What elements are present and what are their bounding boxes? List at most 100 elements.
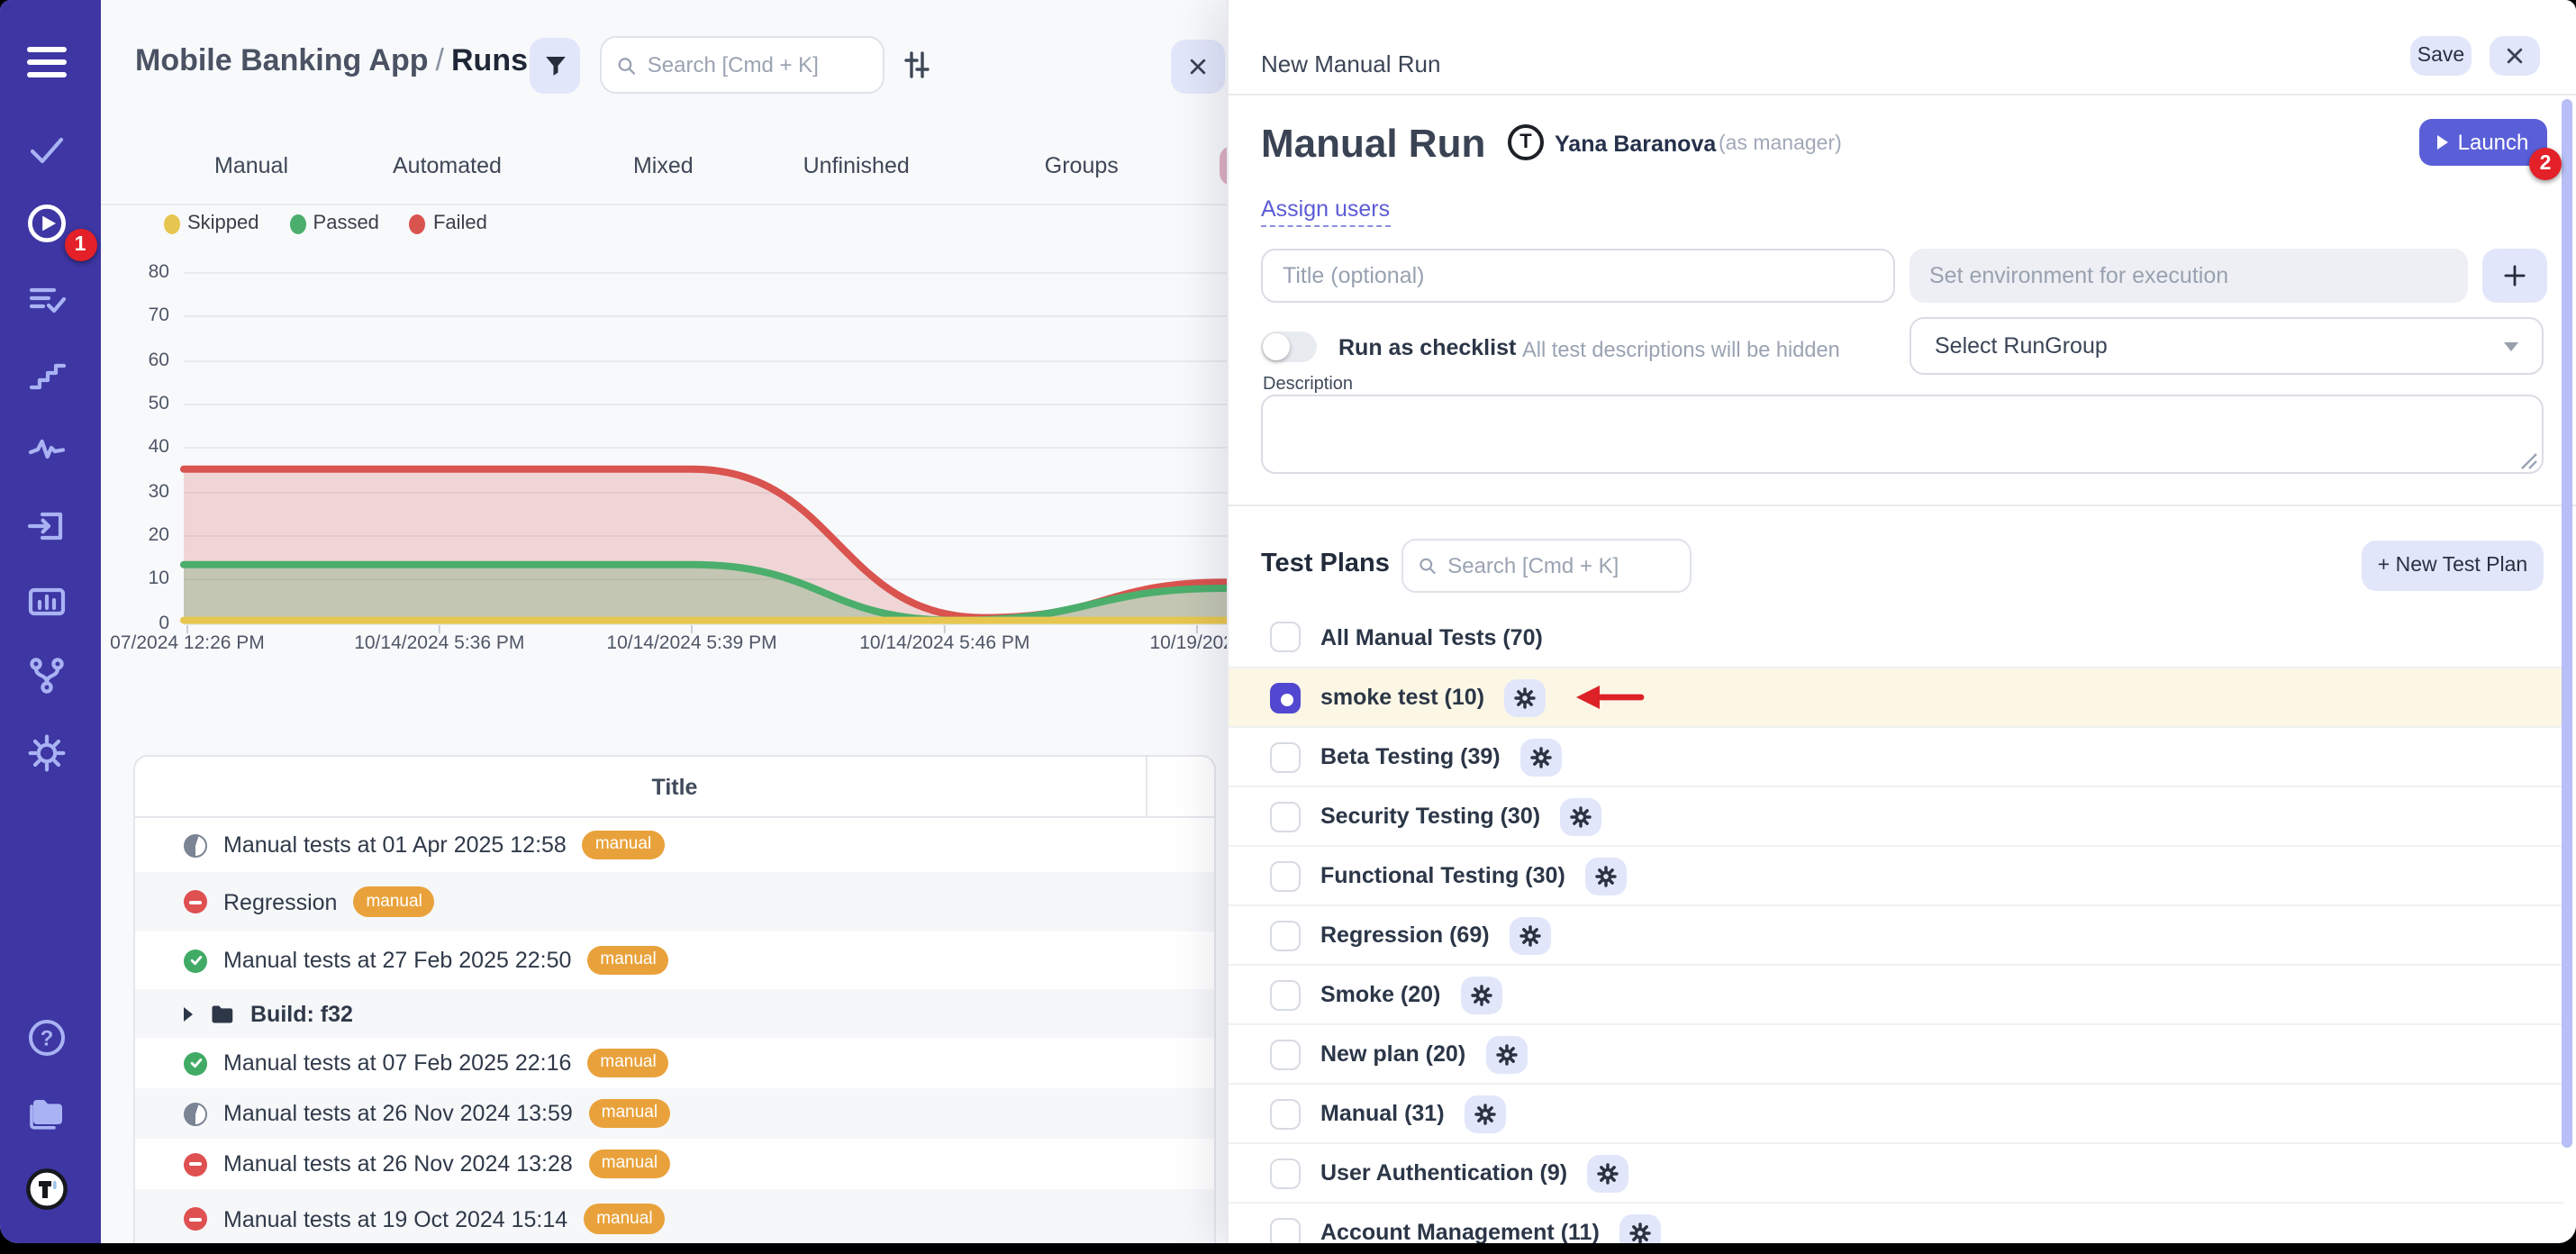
plan-checkbox[interactable] (1270, 801, 1301, 831)
sidebar-item-runs-play[interactable] (23, 200, 70, 247)
plan-checkbox[interactable] (1270, 1039, 1301, 1069)
plan-settings-button[interactable] (1585, 857, 1627, 895)
launch-button[interactable]: Launch (2419, 119, 2547, 166)
new-test-plan-button[interactable]: + New Test Plan (2362, 541, 2544, 591)
modal-scrollbar[interactable] (2562, 99, 2572, 1148)
test-plan-row[interactable]: All Manual Tests (70) (1229, 607, 2563, 667)
sidebar-item-import[interactable] (23, 503, 70, 550)
test-plan-row[interactable]: New plan (20) (1229, 1023, 2563, 1083)
table-row[interactable]: Manual tests at 19 Oct 2024 15:14manual (135, 1189, 1214, 1243)
launch-annotation-badge: 2 (2529, 148, 2562, 180)
x-axis-tick: 10/14/2024 5:46 PM (859, 632, 1029, 654)
test-plans-search-input[interactable] (1447, 553, 1675, 578)
test-plan-row[interactable]: Functional Testing (30) (1229, 845, 2563, 904)
test-plan-row[interactable]: User Authentication (9) (1229, 1142, 2563, 1202)
plan-checkbox[interactable] (1270, 1158, 1301, 1188)
hamburger-bar (27, 47, 67, 53)
sidebar-item-reports[interactable] (23, 578, 70, 625)
run-title-input[interactable] (1261, 249, 1895, 303)
run-as-checklist-toggle[interactable] (1261, 332, 1317, 362)
checklist-hint: All test descriptions will be hidden (1522, 336, 1840, 361)
tab-to-review[interactable]: To Review (1220, 146, 1227, 186)
plan-checkbox[interactable] (1270, 979, 1301, 1010)
test-plan-row[interactable]: Regression (69) (1229, 904, 2563, 964)
assign-users-link[interactable]: Assign users (1261, 196, 1390, 227)
plan-checkbox[interactable] (1270, 1098, 1301, 1129)
tab-groups[interactable]: Groups (1045, 153, 1119, 178)
status-passed-icon (184, 1051, 207, 1075)
plan-checkbox[interactable] (1270, 860, 1301, 891)
table-row[interactable]: Regressionmanual (135, 872, 1214, 931)
table-row[interactable]: Manual tests at 01 Apr 2025 12:58manual (135, 818, 1214, 872)
sidebar-item-logo[interactable] (23, 1166, 70, 1213)
sidebar-item-pulse[interactable] (23, 425, 70, 472)
tab-manual[interactable]: Manual (214, 153, 288, 178)
sidebar-item-help[interactable]: ? (23, 1014, 70, 1061)
filter-button[interactable] (530, 38, 580, 94)
expand-caret-icon[interactable] (184, 1006, 193, 1021)
column-title: Title (652, 774, 698, 799)
plan-checkbox[interactable] (1270, 682, 1301, 713)
menu-icon[interactable] (27, 47, 67, 77)
plan-settings-button[interactable] (1504, 678, 1546, 716)
test-plan-row[interactable]: Account Management (11) (1229, 1202, 2563, 1243)
toggle-knob (1263, 333, 1290, 360)
test-plan-row[interactable]: Manual (31) (1229, 1083, 2563, 1142)
y-axis-tick: 30 (122, 480, 169, 502)
table-row[interactable]: Manual tests at 27 Feb 2025 22:50manual (135, 931, 1214, 989)
environment-input[interactable] (1909, 249, 2468, 303)
svg-text:?: ? (41, 1026, 54, 1050)
plan-checkbox[interactable] (1270, 622, 1301, 652)
close-runs-panel-button[interactable] (1171, 40, 1225, 94)
plan-checkbox[interactable] (1270, 741, 1301, 772)
adjustments-icon[interactable] (901, 49, 933, 81)
plan-settings-button[interactable] (1465, 1095, 1506, 1132)
plan-settings-button[interactable] (1520, 738, 1562, 776)
plan-label: Beta Testing (39) (1320, 744, 1501, 769)
save-button[interactable]: Save (2410, 36, 2472, 76)
rungroup-select[interactable]: Select RunGroup (1909, 317, 2544, 375)
add-environment-button[interactable] (2482, 249, 2547, 303)
table-row[interactable]: Manual tests at 07 Feb 2025 22:16manual (135, 1038, 1214, 1088)
breadcrumb-project[interactable]: Mobile Banking App (135, 43, 429, 77)
runs-search[interactable] (600, 36, 884, 94)
legend-item-passed: Passed (290, 213, 379, 234)
plan-checkbox[interactable] (1270, 920, 1301, 950)
plan-settings-button[interactable] (1510, 916, 1551, 954)
chart-legend: Skipped Passed Failed (164, 213, 487, 234)
test-plans-search[interactable] (1401, 539, 1692, 593)
plan-settings-button[interactable] (1587, 1154, 1628, 1192)
test-plan-row[interactable]: Security Testing (30) (1229, 786, 2563, 845)
plus-icon (2502, 263, 2527, 288)
gear-icon (1628, 1221, 1652, 1243)
status-failed-icon (184, 890, 207, 913)
table-row[interactable]: Manual tests at 26 Nov 2024 13:59manual (135, 1088, 1214, 1139)
test-plan-row[interactable]: Beta Testing (39) (1229, 726, 2563, 786)
sidebar-item-projects-folder[interactable] (23, 1090, 70, 1137)
plan-checkbox[interactable] (1270, 1217, 1301, 1243)
plan-label: Functional Testing (30) (1320, 863, 1565, 888)
sidebar-item-test-plans[interactable] (23, 276, 70, 323)
table-row-folder[interactable]: Build: f32 (135, 989, 1214, 1038)
tab-mixed[interactable]: Mixed (633, 153, 694, 178)
test-plan-row[interactable]: smoke test (10) (1229, 667, 2563, 726)
test-plan-row[interactable]: Smoke (20) (1229, 964, 2563, 1023)
tab-automated[interactable]: Automated (393, 153, 502, 178)
sidebar-item-tests-check[interactable] (23, 126, 70, 173)
legend-dot (290, 214, 306, 233)
close-modal-button[interactable] (2490, 36, 2540, 76)
sidebar-item-steps[interactable] (23, 351, 70, 398)
plan-settings-button[interactable] (1485, 1035, 1527, 1073)
sidebar-item-settings-gear[interactable] (23, 730, 70, 777)
tab-unfinished[interactable]: Unfinished (803, 153, 910, 178)
description-textarea[interactable] (1261, 395, 2544, 474)
status-in-progress-icon (184, 1102, 207, 1125)
sidebar-item-branches[interactable] (23, 652, 70, 699)
y-axis-tick: 60 (122, 349, 169, 370)
runs-search-input[interactable] (648, 52, 868, 77)
launch-label: Launch (2458, 130, 2529, 155)
plan-settings-button[interactable] (1619, 1213, 1661, 1243)
table-row[interactable]: Manual tests at 26 Nov 2024 13:28manual (135, 1139, 1214, 1189)
plan-settings-button[interactable] (1560, 797, 1601, 835)
plan-settings-button[interactable] (1460, 976, 1501, 1013)
